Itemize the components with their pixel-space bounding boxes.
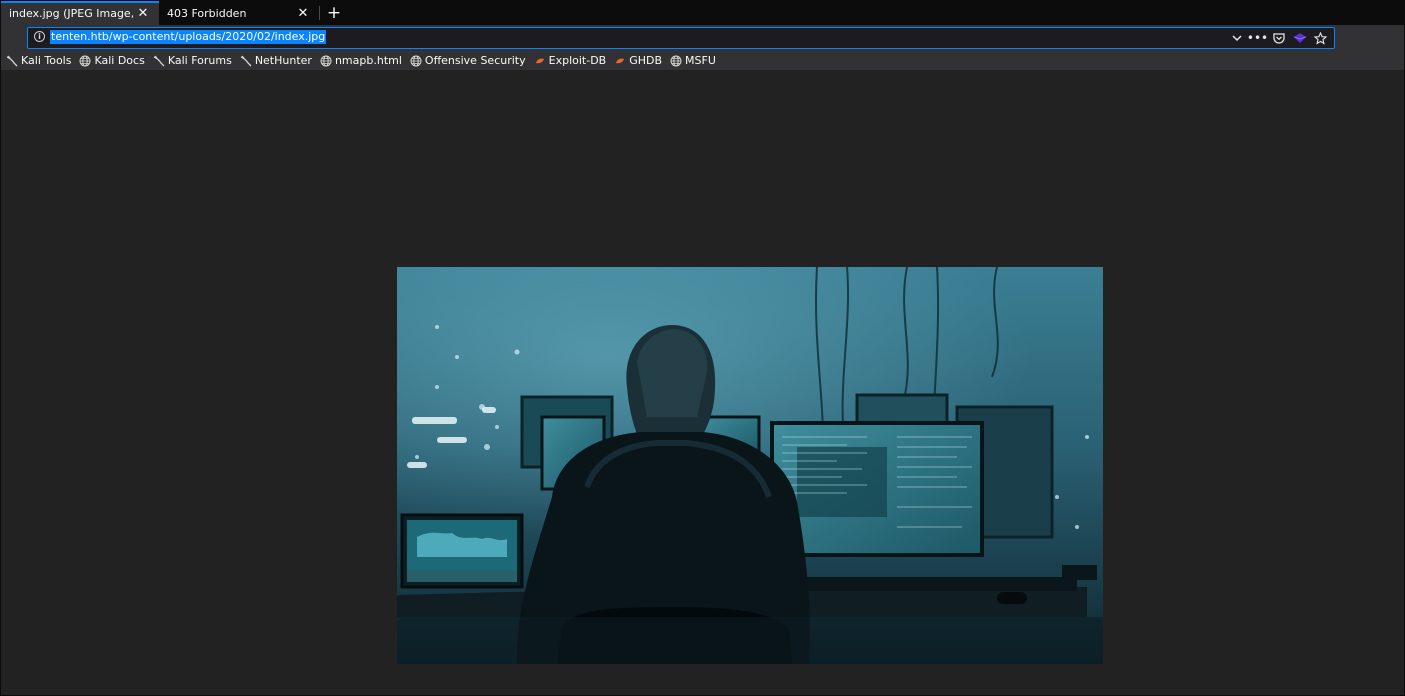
url-actions: ••• [1229,28,1328,48]
more-actions-icon[interactable]: ••• [1247,31,1268,46]
bookmark-label: NetHunter [254,54,312,67]
star-icon[interactable] [1313,31,1328,46]
globe-icon [410,55,422,67]
bookmark-ghdb[interactable]: GHDB [614,54,662,67]
kali-dragon-icon [240,55,252,67]
bookmark-exploit-db[interactable]: Exploit-DB [534,54,607,67]
close-icon[interactable]: ✕ [295,5,311,21]
bookmark-label: nmapb.html [334,54,402,67]
plus-icon: + [326,3,342,23]
browser-window: index.jpg (JPEG Image, 1000 ✕ 403 Forbid… [0,0,1405,696]
bookmark-label: Kali Forums [167,54,232,67]
kali-dragon-icon [6,55,18,67]
bookmark-kali-tools[interactable]: Kali Tools [6,54,71,67]
bookmarks-toolbar: Kali Tools Kali Docs Kali Forums NetHunt… [1,51,1404,70]
bookmark-label: GHDB [629,54,663,67]
tab-separator [319,6,320,20]
tab-strip: index.jpg (JPEG Image, 1000 ✕ 403 Forbid… [1,1,1404,25]
url-bar[interactable]: i tenten.htb/wp-content/uploads/2020/02/… [27,27,1335,49]
bookmark-msfu[interactable]: MSFU [670,54,716,67]
bookmark-label: Exploit-DB [548,54,607,67]
bookmark-label: Kali Tools [21,54,72,67]
tab-title: index.jpg (JPEG Image, 1000 [9,6,133,20]
new-tab-button[interactable]: + [322,1,346,25]
exploit-db-icon [534,55,546,67]
bookmark-nethunter[interactable]: NetHunter [240,54,312,67]
bookmark-label: Kali Docs [94,54,145,67]
bookmark-kali-docs[interactable]: Kali Docs [79,54,145,67]
extension-icon[interactable] [1292,31,1307,46]
tab-title: 403 Forbidden [167,6,247,20]
chevron-down-icon[interactable] [1229,31,1244,46]
bookmark-label: MSFU [685,54,716,67]
tab-403-forbidden[interactable]: 403 Forbidden ✕ [159,1,319,25]
globe-icon [79,55,91,67]
page-content [1,70,1404,695]
info-icon[interactable]: i [34,31,45,42]
tab-index-jpg[interactable]: index.jpg (JPEG Image, 1000 ✕ [1,1,159,25]
globe-icon [670,55,682,67]
bookmark-nmapb-html[interactable]: nmapb.html [320,54,402,67]
exploit-db-icon [614,55,626,67]
bookmark-label: Offensive Security [424,54,526,67]
bookmark-kali-forums[interactable]: Kali Forums [153,54,232,67]
nav-bar: i tenten.htb/wp-content/uploads/2020/02/… [1,25,1404,51]
globe-icon [320,55,332,67]
pocket-icon[interactable] [1271,31,1286,46]
hacker-at-computers-image [397,267,1103,664]
kali-dragon-icon [153,55,165,67]
close-icon[interactable]: ✕ [135,5,151,21]
bookmark-offensive-security[interactable]: Offensive Security [410,54,526,67]
url-input[interactable]: tenten.htb/wp-content/uploads/2020/02/in… [50,30,327,44]
displayed-image[interactable] [397,267,1103,664]
